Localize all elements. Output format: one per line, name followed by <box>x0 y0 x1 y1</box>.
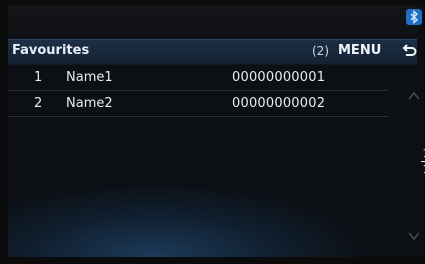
page-indicator: 1 1 <box>418 147 425 176</box>
list-item[interactable]: 1 Name1 00000000001 <box>8 65 388 91</box>
scroll-down-icon[interactable] <box>408 231 420 241</box>
infotainment-frame: Favourites (2) MENU 1 Name1 00000000001 … <box>0 0 425 264</box>
scroll-up-icon[interactable] <box>408 91 420 101</box>
status-bar <box>8 5 417 39</box>
bluetooth-icon <box>406 9 422 25</box>
screen: Favourites (2) MENU 1 Name1 00000000001 … <box>8 5 425 257</box>
contact-name: Name2 <box>66 96 113 111</box>
phone-number: 00000000002 <box>232 96 326 111</box>
favourites-count: (2) <box>312 44 329 58</box>
back-icon <box>402 44 417 56</box>
scroll-rail: 1 1 <box>400 63 425 257</box>
list-item[interactable]: 2 Name2 00000000002 <box>8 91 388 117</box>
header-bar: Favourites (2) MENU <box>8 39 417 65</box>
favourites-list: 1 Name1 00000000001 2 Name2 00000000002 <box>8 65 388 117</box>
page-divider <box>421 161 425 162</box>
contact-name: Name1 <box>66 70 113 85</box>
phone-number: 00000000001 <box>232 70 326 85</box>
menu-button[interactable]: MENU <box>338 43 381 58</box>
back-button[interactable] <box>400 42 418 60</box>
page-title: Favourites <box>12 43 90 58</box>
item-index: 1 <box>34 70 43 85</box>
item-index: 2 <box>34 96 43 111</box>
